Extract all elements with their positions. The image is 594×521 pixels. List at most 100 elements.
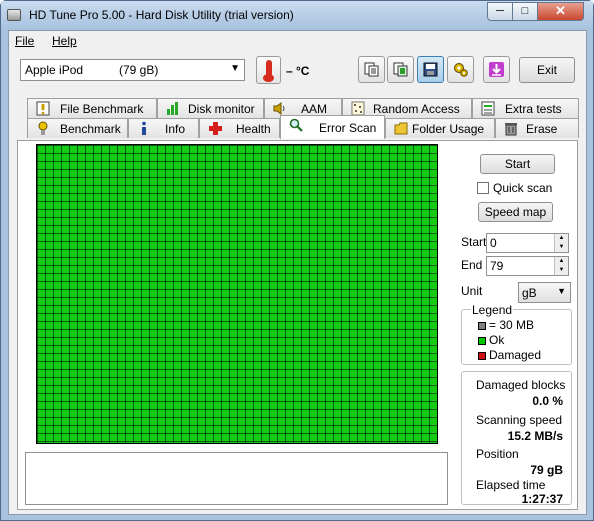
tab-info[interactable]: Info xyxy=(128,118,199,138)
legend-label: Ok xyxy=(489,333,505,347)
scanning-speed-value: 15.2 MB/s xyxy=(507,429,563,443)
temperature-readout: – °C xyxy=(286,64,310,78)
tab-extra-tests[interactable]: Extra tests xyxy=(472,98,579,118)
thermometer-icon[interactable] xyxy=(256,56,281,84)
minimize-button[interactable]: ─ xyxy=(487,2,513,21)
start-scan-button[interactable]: Start xyxy=(480,154,555,174)
info-icon xyxy=(142,121,146,135)
tab-benchmark[interactable]: Benchmark xyxy=(27,118,128,138)
tab-disk-monitor[interactable]: Disk monitor xyxy=(157,98,264,118)
menu-file-label: File xyxy=(15,34,35,48)
damaged-blocks-label: Damaged blocks xyxy=(476,378,566,392)
unit-select[interactable]: gB ▼ xyxy=(518,282,571,303)
legend-title: Legend xyxy=(471,303,514,317)
trash-icon xyxy=(505,123,517,136)
legend-box: Legend = 30 MB Ok Damaged xyxy=(461,303,572,365)
app-window: HD Tune Pro 5.00 - Hard Disk Utility (tr… xyxy=(0,0,594,521)
start-spinner[interactable]: ▲ ▼ xyxy=(554,234,568,252)
close-button[interactable]: ✕ xyxy=(537,2,584,21)
speaker-icon xyxy=(273,102,285,115)
download-button[interactable] xyxy=(483,56,510,83)
copy-text-icon xyxy=(364,62,379,77)
tab-label: Benchmark xyxy=(60,122,121,136)
legend-label: = 30 MB xyxy=(489,318,535,332)
scan-statistics: Damaged blocks 0.0 % Scanning speed 15.2… xyxy=(461,371,572,506)
error-scan-panel: Start Quick scan Speed map Start 0 ▲ ▼ En… xyxy=(17,140,578,510)
menu-help-label: Help xyxy=(52,34,77,48)
quick-scan-label: Quick scan xyxy=(493,181,553,195)
options-button[interactable] xyxy=(447,56,474,83)
exit-button[interactable]: Exit xyxy=(519,57,575,83)
tab-file-benchmark[interactable]: File Benchmark xyxy=(27,98,157,118)
download-icon xyxy=(489,62,504,77)
tab-label: Random Access xyxy=(373,102,460,116)
tab-label: Health xyxy=(236,122,271,136)
tab-error-scan[interactable]: Error Scan xyxy=(280,115,385,139)
position-label: Position xyxy=(476,447,519,461)
damaged-blocks-value: 0.0 % xyxy=(532,394,563,408)
tab-label: Folder Usage xyxy=(412,122,485,136)
extra-tests-icon xyxy=(481,101,495,116)
chevron-down-icon: ▼ xyxy=(557,286,566,296)
app-icon xyxy=(7,9,21,21)
start-input-value: 0 xyxy=(490,236,497,250)
position-value: 79 gB xyxy=(530,463,563,477)
menu-help[interactable]: Help xyxy=(52,34,77,48)
copy-text-button[interactable] xyxy=(358,56,385,83)
end-input-value: 79 xyxy=(490,259,504,273)
title-bar[interactable]: HD Tune Pro 5.00 - Hard Disk Utility (tr… xyxy=(1,1,593,30)
legend-label: Damaged xyxy=(489,348,542,362)
spin-up-icon[interactable]: ▲ xyxy=(555,234,568,243)
maximize-button[interactable]: □ xyxy=(512,2,538,21)
tab-label: Info xyxy=(165,122,186,136)
tab-row-bottom: Benchmark Info Health Error Scan Folder … xyxy=(9,115,586,139)
save-icon xyxy=(423,62,438,77)
random-access-icon xyxy=(351,101,365,116)
scan-log-box[interactable] xyxy=(25,452,448,505)
red-swatch-icon xyxy=(478,351,486,360)
drive-select[interactable]: Apple iPod (79 gB) ▼ xyxy=(20,59,245,81)
start-field-label: Start xyxy=(461,235,487,249)
scanning-speed-label: Scanning speed xyxy=(476,413,563,427)
tab-label: Error Scan xyxy=(319,121,377,135)
tab-label: Erase xyxy=(526,122,558,136)
spin-down-icon[interactable]: ▼ xyxy=(555,243,568,252)
legend-item-block-size: = 30 MB xyxy=(478,318,534,332)
legend-item-ok: Ok xyxy=(478,333,504,347)
unit-field-label: Unit xyxy=(461,284,483,298)
tab-label: Disk monitor xyxy=(188,102,255,116)
chevron-down-icon: ▼ xyxy=(230,63,240,74)
unit-select-value: gB xyxy=(522,286,537,300)
start-input[interactable]: 0 ▲ ▼ xyxy=(486,233,569,253)
speed-map-button[interactable]: Speed map xyxy=(478,202,553,222)
tab-health[interactable]: Health xyxy=(199,118,280,138)
save-button[interactable] xyxy=(417,56,444,83)
green-swatch-icon xyxy=(478,336,486,345)
gray-swatch-icon xyxy=(478,321,486,330)
window-title: HD Tune Pro 5.00 - Hard Disk Utility (tr… xyxy=(29,8,294,22)
tab-label: Extra tests xyxy=(505,102,562,116)
drive-size: (79 gB) xyxy=(119,63,159,77)
file-benchmark-icon xyxy=(36,101,50,116)
copy-screenshot-icon xyxy=(393,62,408,77)
tab-folder-usage[interactable]: Folder Usage xyxy=(385,118,495,138)
spin-up-icon[interactable]: ▲ xyxy=(555,257,568,266)
checkbox-box[interactable] xyxy=(477,182,489,194)
disk-monitor-icon xyxy=(167,102,178,115)
copy-screenshot-button[interactable] xyxy=(387,56,414,83)
folder-icon xyxy=(394,122,408,135)
tab-label: File Benchmark xyxy=(60,102,144,116)
magnifier-icon xyxy=(289,118,303,132)
spin-down-icon[interactable]: ▼ xyxy=(555,266,568,275)
menu-file[interactable]: File xyxy=(15,34,34,48)
options-icon xyxy=(454,63,468,77)
legend-item-damaged: Damaged xyxy=(478,348,541,362)
tab-erase[interactable]: Erase xyxy=(495,118,579,138)
health-icon xyxy=(209,122,222,135)
menu-bar: File Help xyxy=(9,31,586,51)
end-spinner[interactable]: ▲ ▼ xyxy=(554,257,568,275)
benchmark-icon xyxy=(38,121,48,135)
scan-block-map xyxy=(36,144,438,444)
end-field-label: End xyxy=(461,258,483,272)
end-input[interactable]: 79 ▲ ▼ xyxy=(486,256,569,276)
